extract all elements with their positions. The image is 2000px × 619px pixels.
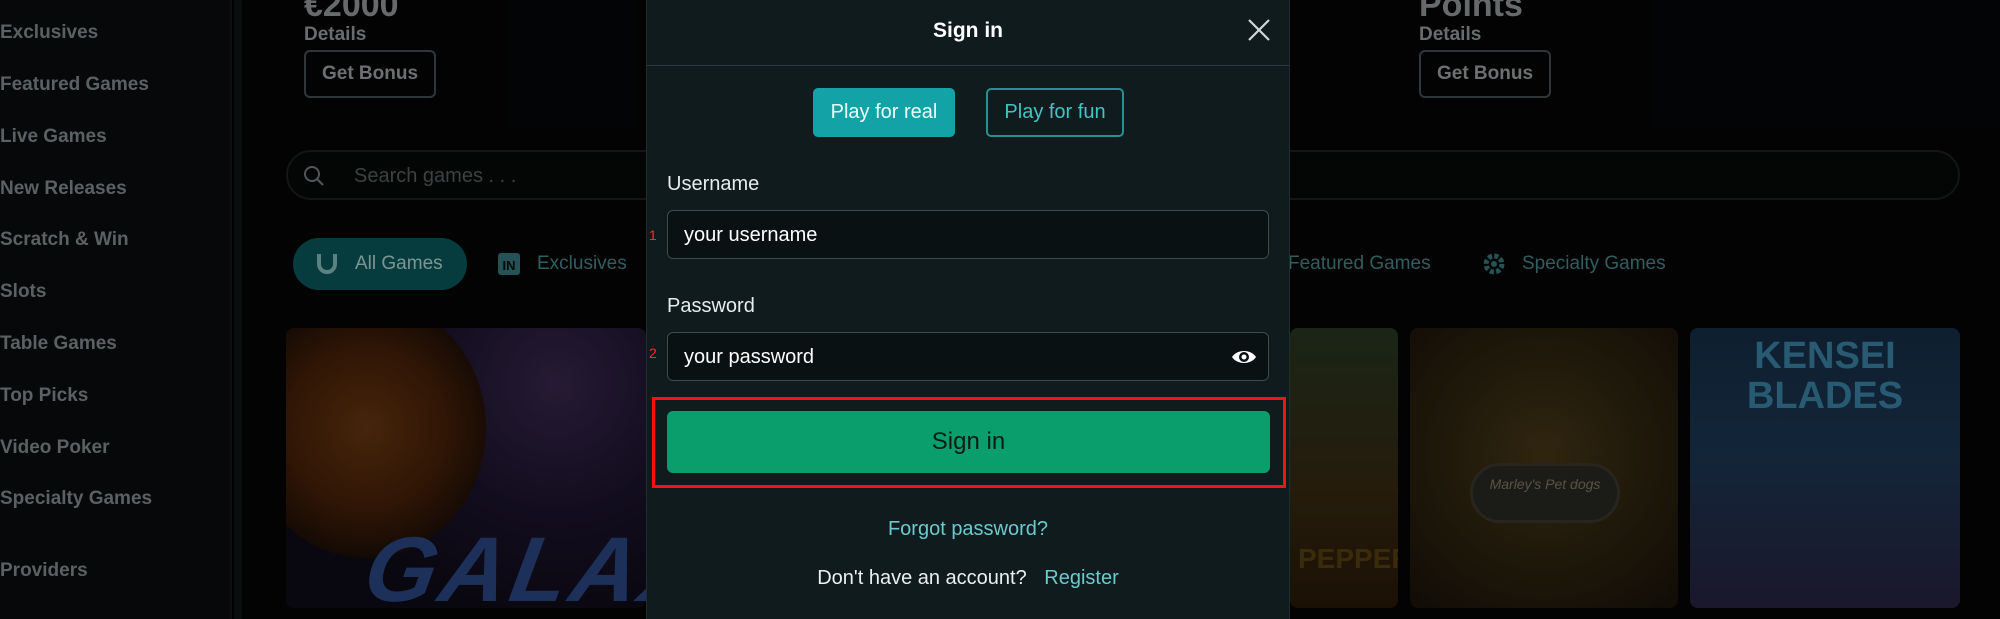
modal-title: Sign in bbox=[933, 19, 1003, 42]
password-field[interactable]: your password bbox=[667, 332, 1269, 381]
play-for-real-button[interactable]: Play for real bbox=[813, 88, 955, 137]
password-label: Password bbox=[667, 295, 755, 317]
username-label: Username bbox=[667, 173, 760, 195]
no-account-text: Don't have an account? bbox=[817, 567, 1027, 589]
signin-modal: Sign in Play for real Play for fun Usern… bbox=[646, 0, 1290, 619]
username-field[interactable]: your username bbox=[667, 210, 1269, 259]
play-for-fun-button[interactable]: Play for fun bbox=[986, 88, 1124, 137]
register-link[interactable]: Register bbox=[1044, 567, 1118, 589]
field-marker-2: 2 bbox=[649, 345, 657, 361]
password-value: your password bbox=[684, 346, 815, 368]
field-marker-1: 1 bbox=[649, 227, 657, 243]
close-icon[interactable] bbox=[1245, 16, 1273, 44]
forgot-password-link[interactable]: Forgot password? bbox=[647, 518, 1289, 541]
register-row: Don't have an account? Register bbox=[647, 567, 1289, 590]
signin-button[interactable]: Sign in bbox=[667, 411, 1270, 473]
eye-icon[interactable] bbox=[1230, 344, 1258, 370]
username-value: your username bbox=[684, 224, 818, 246]
modal-header: Sign in bbox=[647, 0, 1289, 66]
